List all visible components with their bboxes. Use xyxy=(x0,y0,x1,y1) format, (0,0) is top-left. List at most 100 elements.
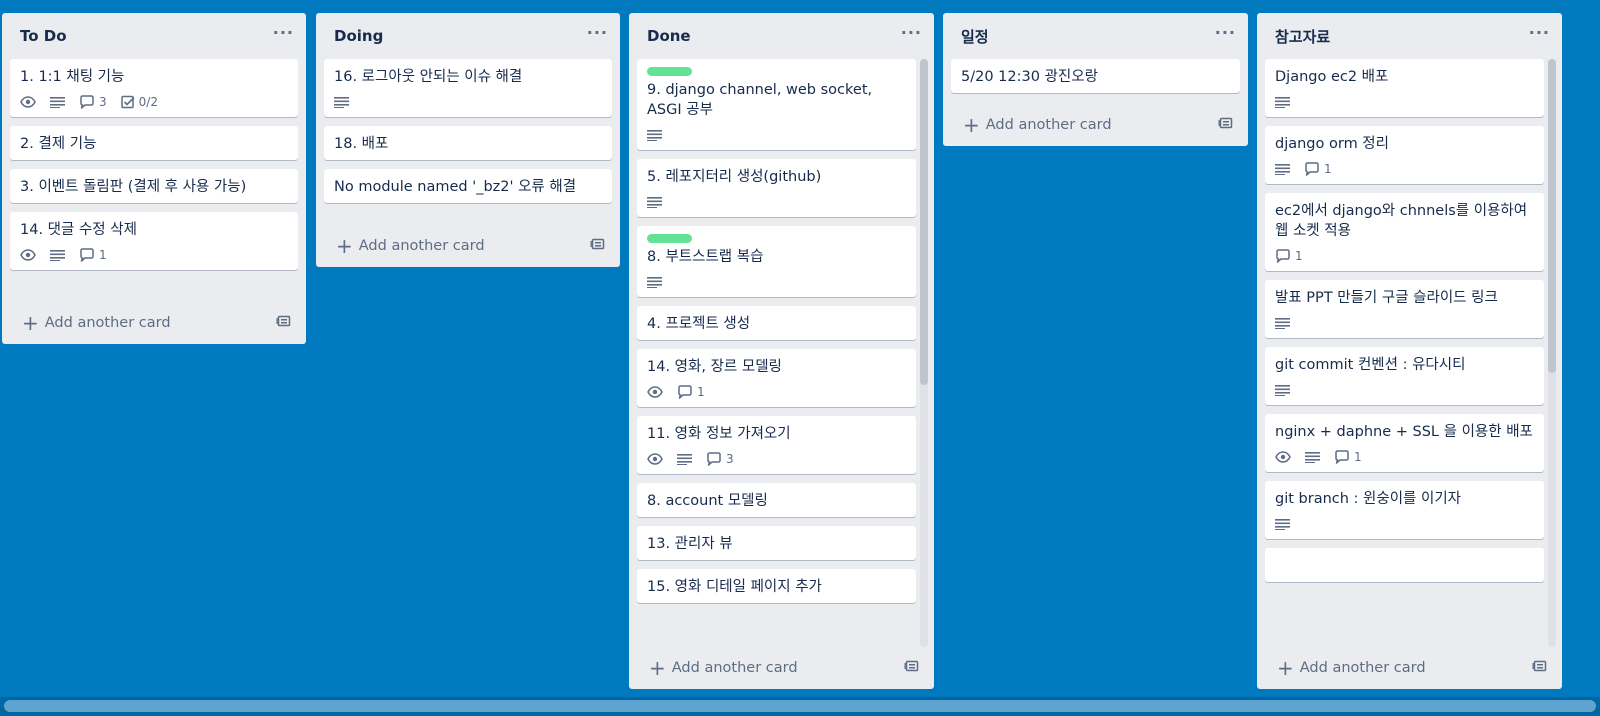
comment-icon xyxy=(79,248,95,262)
comments-badge: 1 xyxy=(1334,450,1362,464)
card[interactable]: ec2에서 django와 chnnels를 이용하여 웹 소켓 적용 1 xyxy=(1265,193,1544,271)
card[interactable]: django orm 정리 1 xyxy=(1265,126,1544,184)
list-title[interactable]: Doing xyxy=(334,27,383,45)
checklist-badge: 0/2 xyxy=(120,95,158,109)
board-horizontal-scrollbar[interactable] xyxy=(0,697,1600,716)
card-title: 9. django channel, web socket, ASGI 공부 xyxy=(647,82,873,118)
card[interactable]: 4. 프로젝트 생성 xyxy=(637,306,916,340)
card-title: 14. 영화, 장르 모델링 xyxy=(647,359,782,375)
plus-icon: + xyxy=(1277,656,1294,680)
add-card-button[interactable]: + Add another card xyxy=(336,236,485,256)
card-badges xyxy=(1275,93,1534,111)
scrollbar-thumb[interactable] xyxy=(4,700,1596,712)
card-list: 5/20 12:30 광진오랑 xyxy=(943,59,1248,104)
comment-icon xyxy=(1304,162,1320,176)
add-card-button[interactable]: + Add another card xyxy=(1277,656,1426,680)
add-card-label: Add another card xyxy=(985,117,1112,133)
card[interactable] xyxy=(1265,548,1544,582)
card-title: 5. 레포지터리 생성(github) xyxy=(647,169,822,185)
card-template-icon[interactable] xyxy=(276,314,292,332)
add-card-button[interactable]: + Add another card xyxy=(22,313,171,333)
card-title: 15. 영화 디테일 페이지 추가 xyxy=(647,579,822,595)
card[interactable]: git commit 컨벤션 : 유다시티 xyxy=(1265,347,1544,405)
card-title: 13. 관리자 뷰 xyxy=(647,536,733,552)
list-footer: + Add another card xyxy=(1257,647,1562,689)
card[interactable]: 15. 영화 디테일 페이지 추가 xyxy=(637,569,916,603)
card[interactable]: 3. 이벤트 돌림판 (결제 후 사용 가능) xyxy=(10,169,298,203)
card[interactable]: 18. 배포 xyxy=(324,126,612,160)
comment-count: 3 xyxy=(99,95,107,109)
card-title: 2. 결제 기능 xyxy=(20,136,97,152)
card[interactable]: 14. 영화, 장르 모델링 1 xyxy=(637,349,916,407)
card[interactable]: Django ec2 배포 xyxy=(1265,59,1544,117)
card[interactable]: 8. account 모델링 xyxy=(637,483,916,517)
card-title: 8. account 모델링 xyxy=(647,493,768,509)
list-title[interactable]: 일정 xyxy=(961,26,989,47)
list-footer: + Add another card xyxy=(629,647,934,689)
card[interactable]: nginx + daphne + SSL 을 이용한 배포 1 xyxy=(1265,414,1544,472)
card-label[interactable] xyxy=(647,67,692,76)
list-menu-icon[interactable]: ··· xyxy=(1215,25,1236,44)
add-card-label: Add another card xyxy=(358,238,485,254)
card[interactable]: git branch : 윈숭이를 이기자 xyxy=(1265,481,1544,539)
card-badges: 1 xyxy=(1275,160,1534,178)
list-header: 일정 ··· xyxy=(943,13,1248,59)
card[interactable]: 발표 PPT 만들기 구글 슬라이드 링크 xyxy=(1265,280,1544,338)
list-menu-icon[interactable]: ··· xyxy=(587,25,608,44)
list-title[interactable]: To Do xyxy=(20,27,67,45)
list-title[interactable]: 참고자료 xyxy=(1275,26,1330,47)
card-template-icon[interactable] xyxy=(1218,116,1234,134)
card-badges xyxy=(1275,314,1534,332)
scrollbar-thumb[interactable] xyxy=(920,59,928,385)
comments-badge: 1 xyxy=(79,248,107,262)
card-list-scrollbar[interactable] xyxy=(1548,59,1556,647)
card-title xyxy=(1275,556,1534,576)
card-list-scrollbar[interactable] xyxy=(920,59,928,647)
card[interactable]: 11. 영화 정보 가져오기 3 xyxy=(637,416,916,474)
card[interactable]: 16. 로그아웃 안되는 이슈 해결 xyxy=(324,59,612,117)
list-menu-icon[interactable]: ··· xyxy=(901,25,922,44)
card-template-icon[interactable] xyxy=(1532,659,1548,677)
add-card-label: Add another card xyxy=(44,315,171,331)
comment-icon xyxy=(79,95,95,109)
add-card-button[interactable]: + Add another card xyxy=(649,658,798,678)
plus-icon: + xyxy=(963,113,980,137)
watch-icon xyxy=(647,453,663,465)
card-badges xyxy=(647,193,906,211)
list-footer: + Add another card xyxy=(316,225,620,267)
card[interactable]: 5/20 12:30 광진오랑 xyxy=(951,59,1240,93)
card-title: 14. 댓글 수정 삭제 xyxy=(20,222,137,238)
description-icon xyxy=(1275,317,1290,329)
card-title: 3. 이벤트 돌림판 (결제 후 사용 가능) xyxy=(20,179,247,195)
card[interactable]: 5. 레포지터리 생성(github) xyxy=(637,159,916,217)
list-0: To Do ··· 1. 1:1 채팅 기능 3 0/2 2. 결제 기능 3. 이벤트 돌… xyxy=(2,13,306,344)
list-menu-icon[interactable]: ··· xyxy=(1529,25,1550,44)
card[interactable]: 2. 결제 기능 xyxy=(10,126,298,160)
list-header: Doing ··· xyxy=(316,13,620,59)
card-label[interactable] xyxy=(647,234,692,243)
card[interactable]: 1. 1:1 채팅 기능 3 0/2 xyxy=(10,59,298,117)
card[interactable]: 9. django channel, web socket, ASGI 공부 xyxy=(637,59,916,150)
card[interactable]: 13. 관리자 뷰 xyxy=(637,526,916,560)
card-template-icon[interactable] xyxy=(590,237,606,255)
card[interactable]: 14. 댓글 수정 삭제 1 xyxy=(10,212,298,270)
watch-icon xyxy=(20,96,36,108)
list-footer: + Add another card xyxy=(943,104,1248,146)
card-title: Django ec2 배포 xyxy=(1275,69,1389,85)
card-title: 8. 부트스트랩 복습 xyxy=(647,249,764,265)
add-card-button[interactable]: + Add another card xyxy=(963,113,1112,137)
list-title[interactable]: Done xyxy=(647,27,691,45)
card-badges xyxy=(647,126,906,144)
board: To Do ··· 1. 1:1 채팅 기능 3 0/2 2. 결제 기능 3. 이벤트 돌… xyxy=(0,0,1600,716)
comments-badge: 1 xyxy=(677,385,705,399)
scrollbar-thumb[interactable] xyxy=(1548,59,1556,373)
description-icon xyxy=(1275,384,1290,396)
card[interactable]: 8. 부트스트랩 복습 xyxy=(637,226,916,297)
list-menu-icon[interactable]: ··· xyxy=(273,25,294,44)
watch-icon xyxy=(647,386,663,398)
list-2: Done ··· 9. django channel, web socket, AS… xyxy=(629,13,934,689)
card[interactable]: No module named '_bz2' 오류 해결 xyxy=(324,169,612,203)
comment-count: 1 xyxy=(99,248,107,262)
description-icon xyxy=(647,129,662,141)
card-template-icon[interactable] xyxy=(904,659,920,677)
